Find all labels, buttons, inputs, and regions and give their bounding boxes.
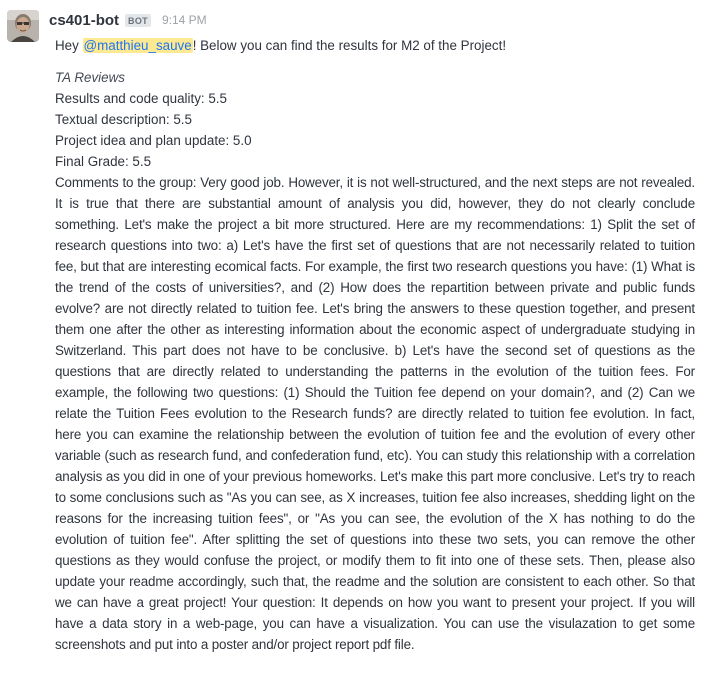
message-header: cs401-bot BOT 9:14 PM bbox=[49, 9, 207, 31]
review-comments: Comments to the group: Very good job. Ho… bbox=[55, 175, 695, 652]
chat-message: cs401-bot BOT 9:14 PM Hey @matthieu_sauv… bbox=[0, 0, 702, 700]
greeting-line: Hey @matthieu_sauve! Below you can find … bbox=[55, 35, 695, 56]
greeting-text: Hey bbox=[55, 38, 83, 53]
review-results-code-quality: Results and code quality: 5.5 bbox=[55, 91, 227, 106]
review-final-grade: Final Grade: 5.5 bbox=[55, 154, 152, 169]
review-project-idea-plan: Project idea and plan update: 5.0 bbox=[55, 133, 252, 148]
message-body: Hey @matthieu_sauve! Below you can find … bbox=[55, 35, 695, 655]
bot-avatar-icon[interactable] bbox=[7, 10, 39, 42]
bot-badge: BOT bbox=[125, 13, 151, 27]
ta-reviews-block: TA Reviews Results and code quality: 5.5… bbox=[55, 67, 695, 655]
greeting-text-end: ! Below you can find the results for M2 … bbox=[192, 38, 507, 53]
user-mention[interactable]: @matthieu_sauve bbox=[82, 38, 193, 53]
username[interactable]: cs401-bot bbox=[49, 12, 119, 29]
review-textual-description: Textual description: 5.5 bbox=[55, 112, 192, 127]
message-timestamp[interactable]: 9:14 PM bbox=[162, 13, 207, 27]
ta-reviews-heading: TA Reviews bbox=[55, 70, 125, 85]
